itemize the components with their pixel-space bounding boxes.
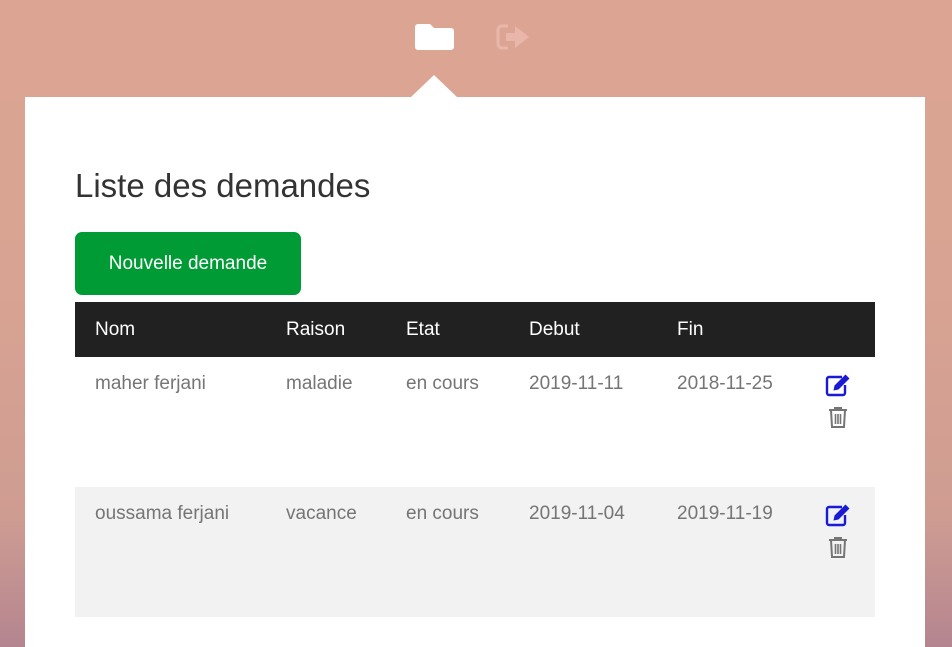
page-title: Liste des demandes [75,167,371,204]
edit-icon[interactable] [825,373,851,397]
header-raison: Raison [286,318,346,340]
cell-fin: 2019-11-19 [677,503,773,524]
header-nom: Nom [95,318,136,340]
cell-actions [805,487,875,617]
header-actions [805,302,875,357]
table-row: maher ferjani maladie en cours 2019-11-1… [75,357,875,487]
cell-etat: en cours [406,503,479,524]
panel-pointer [411,75,457,97]
cell-nom: maher ferjani [95,373,206,394]
requests-table: Nom Raison Etat Debut Fin maher ferjani … [75,302,875,617]
cell-debut: 2019-11-04 [529,503,625,524]
cell-nom: oussama ferjani [95,503,230,524]
header-fin: Fin [677,318,704,340]
cell-raison: maladie [286,373,353,394]
cell-etat: en cours [406,373,479,394]
cell-fin: 2018-11-25 [677,373,773,394]
table-row: oussama ferjani vacance en cours 2019-11… [75,487,875,617]
cell-debut: 2019-11-11 [529,373,624,394]
sign-out-icon[interactable] [495,21,533,53]
cell-raison: vacance [286,503,357,524]
top-navigation [0,0,952,75]
new-request-button[interactable]: Nouvelle demande [75,232,301,295]
cell-actions [805,357,875,487]
table-header-row: Nom Raison Etat Debut Fin [75,302,875,357]
trash-icon[interactable] [827,405,849,429]
header-debut: Debut [529,318,580,340]
folder-icon[interactable] [415,20,455,52]
trash-icon[interactable] [827,535,849,559]
header-etat: Etat [406,318,440,340]
edit-icon[interactable] [825,503,851,527]
main-panel: Liste des demandes Nouvelle demande Nom … [25,97,925,647]
